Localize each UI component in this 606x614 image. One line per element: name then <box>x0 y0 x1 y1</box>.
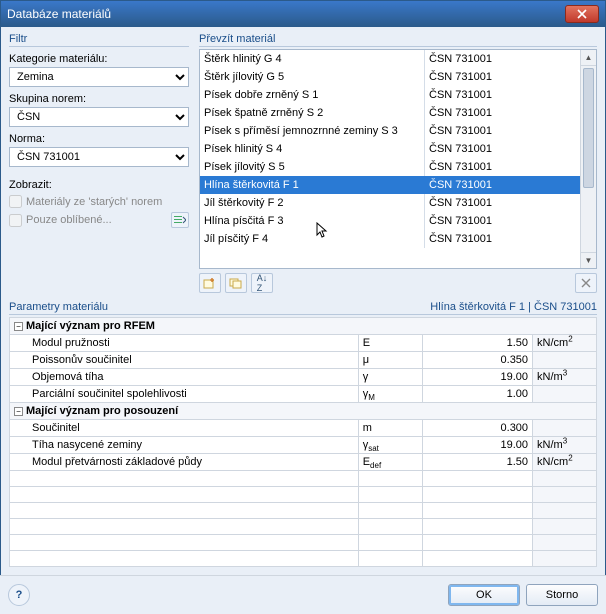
params-section-title: Parametry materiálu <box>9 301 108 313</box>
param-group-title: −Mající význam pro posouzení <box>10 403 597 420</box>
list-item-norm: ČSN 731001 <box>424 68 580 86</box>
list-item-name: Písek špatně zrněný S 2 <box>204 104 424 122</box>
filter-section-title: Filtr <box>9 33 189 47</box>
norm-label: Norma: <box>9 133 189 145</box>
list-item[interactable]: Jíl štěrkovitý F 2ČSN 731001 <box>200 194 580 212</box>
ok-button[interactable]: OK <box>448 584 520 606</box>
list-item[interactable]: Písek jílovitý S 5ČSN 731001 <box>200 158 580 176</box>
titlebar: Databáze materiálů <box>1 1 605 27</box>
list-item-name: Hlína štěrkovitá F 1 <box>204 176 424 194</box>
scroll-thumb[interactable] <box>583 68 594 188</box>
list-item[interactable]: Písek s příměsí jemnozrnné zeminy S 3ČSN… <box>200 122 580 140</box>
filter-panel: Filtr Kategorie materiálu: Zemina Skupin… <box>9 33 189 293</box>
category-label: Kategorie materiálu: <box>9 53 189 65</box>
list-item[interactable]: Písek dobře zrněný S 1ČSN 731001 <box>200 86 580 104</box>
params-table: −Mající význam pro RFEMModul pružnostiE1… <box>9 317 597 567</box>
table-row <box>10 503 597 519</box>
dialog-footer: ? OK Storno <box>0 575 606 614</box>
scroll-up-icon[interactable]: ▲ <box>581 50 596 66</box>
list-item[interactable]: Štěrk jílovitý G 5ČSN 731001 <box>200 68 580 86</box>
list-item-norm: ČSN 731001 <box>424 194 580 212</box>
window-title: Databáze materiálů <box>7 7 111 21</box>
sort-button[interactable]: A↓Z <box>251 273 273 293</box>
help-icon[interactable]: ? <box>8 584 30 606</box>
new-material-button[interactable] <box>199 273 221 293</box>
param-group-title: −Mající význam pro RFEM <box>10 318 597 335</box>
cancel-button[interactable]: Storno <box>526 584 598 606</box>
group-select[interactable]: ČSN <box>9 107 189 127</box>
table-row <box>10 487 597 503</box>
list-item-name: Písek dobře zrněný S 1 <box>204 86 424 104</box>
list-item-name: Písek jílovitý S 5 <box>204 158 424 176</box>
list-item[interactable]: Štěrk hlinitý G 4ČSN 731001 <box>200 50 580 68</box>
table-row <box>10 551 597 567</box>
list-item-norm: ČSN 731001 <box>424 104 580 122</box>
favorites-config-icon[interactable] <box>171 212 189 228</box>
list-item[interactable]: Hlína písčitá F 3ČSN 731001 <box>200 212 580 230</box>
material-list-panel: Převzít materiál Štěrk hlinitý G 4ČSN 73… <box>199 33 597 293</box>
list-item-norm: ČSN 731001 <box>424 230 580 248</box>
param-row: Tíha nasycené zeminyγsat19.00kN/m3 <box>10 437 597 454</box>
close-icon[interactable] <box>565 5 599 23</box>
list-item-name: Písek hlinitý S 4 <box>204 140 424 158</box>
material-list[interactable]: Štěrk hlinitý G 4ČSN 731001Štěrk jílovit… <box>200 50 580 268</box>
list-item-name: Písek s příměsí jemnozrnné zeminy S 3 <box>204 122 424 140</box>
list-item[interactable]: Jíl písčitý F 4ČSN 731001 <box>200 230 580 248</box>
list-section-title: Převzít materiál <box>199 33 597 47</box>
delete-button[interactable] <box>575 273 597 293</box>
param-row: Modul přetvárnosti základové půdyEdef1.5… <box>10 454 597 471</box>
duplicate-button[interactable] <box>225 273 247 293</box>
group-label: Skupina norem: <box>9 93 189 105</box>
list-item-norm: ČSN 731001 <box>424 140 580 158</box>
list-item-norm: ČSN 731001 <box>424 158 580 176</box>
list-item[interactable]: Písek špatně zrněný S 2ČSN 731001 <box>200 104 580 122</box>
list-item[interactable]: Písek hlinitý S 4ČSN 731001 <box>200 140 580 158</box>
selected-material-summary: Hlína štěrkovitá F 1 | ČSN 731001 <box>430 301 597 313</box>
norm-select[interactable]: ČSN 731001 <box>9 147 189 167</box>
list-item-norm: ČSN 731001 <box>424 176 580 194</box>
favorites-checkbox[interactable] <box>9 214 22 227</box>
list-toolbar: A↓Z <box>199 273 597 293</box>
list-item-name: Jíl štěrkovitý F 2 <box>204 194 424 212</box>
list-item-norm: ČSN 731001 <box>424 50 580 68</box>
list-item[interactable]: Hlína štěrkovitá F 1ČSN 731001 <box>200 176 580 194</box>
param-row: Objemová tíhaγ19.00kN/m3 <box>10 369 597 386</box>
list-item-name: Jíl písčitý F 4 <box>204 230 424 248</box>
list-item-norm: ČSN 731001 <box>424 86 580 104</box>
param-row: Součinitelm0.300 <box>10 420 597 437</box>
table-row <box>10 535 597 551</box>
list-item-name: Štěrk jílovitý G 5 <box>204 68 424 86</box>
list-item-norm: ČSN 731001 <box>424 122 580 140</box>
old-materials-checkbox[interactable] <box>9 195 22 208</box>
param-row: Parciální součinitel spolehlivostiγM1.00 <box>10 386 597 403</box>
list-item-name: Štěrk hlinitý G 4 <box>204 50 424 68</box>
param-row: Modul pružnostiE1.50kN/cm2 <box>10 335 597 352</box>
list-item-norm: ČSN 731001 <box>424 212 580 230</box>
table-row <box>10 519 597 535</box>
show-label: Zobrazit: <box>9 179 189 191</box>
list-item-name: Hlína písčitá F 3 <box>204 212 424 230</box>
scroll-down-icon[interactable]: ▼ <box>581 252 596 268</box>
param-group-row[interactable]: −Mající význam pro RFEM <box>10 318 597 335</box>
category-select[interactable]: Zemina <box>9 67 189 87</box>
param-row: Poissonův součinitelμ0.350 <box>10 352 597 369</box>
params-panel: Parametry materiálu Hlína štěrkovitá F 1… <box>1 301 605 567</box>
param-group-row[interactable]: −Mající význam pro posouzení <box>10 403 597 420</box>
scrollbar[interactable]: ▲ ▼ <box>580 50 596 268</box>
old-materials-label: Materiály ze 'starých' norem <box>26 196 162 208</box>
table-row <box>10 471 597 487</box>
favorites-label: Pouze oblíbené... <box>26 214 112 226</box>
